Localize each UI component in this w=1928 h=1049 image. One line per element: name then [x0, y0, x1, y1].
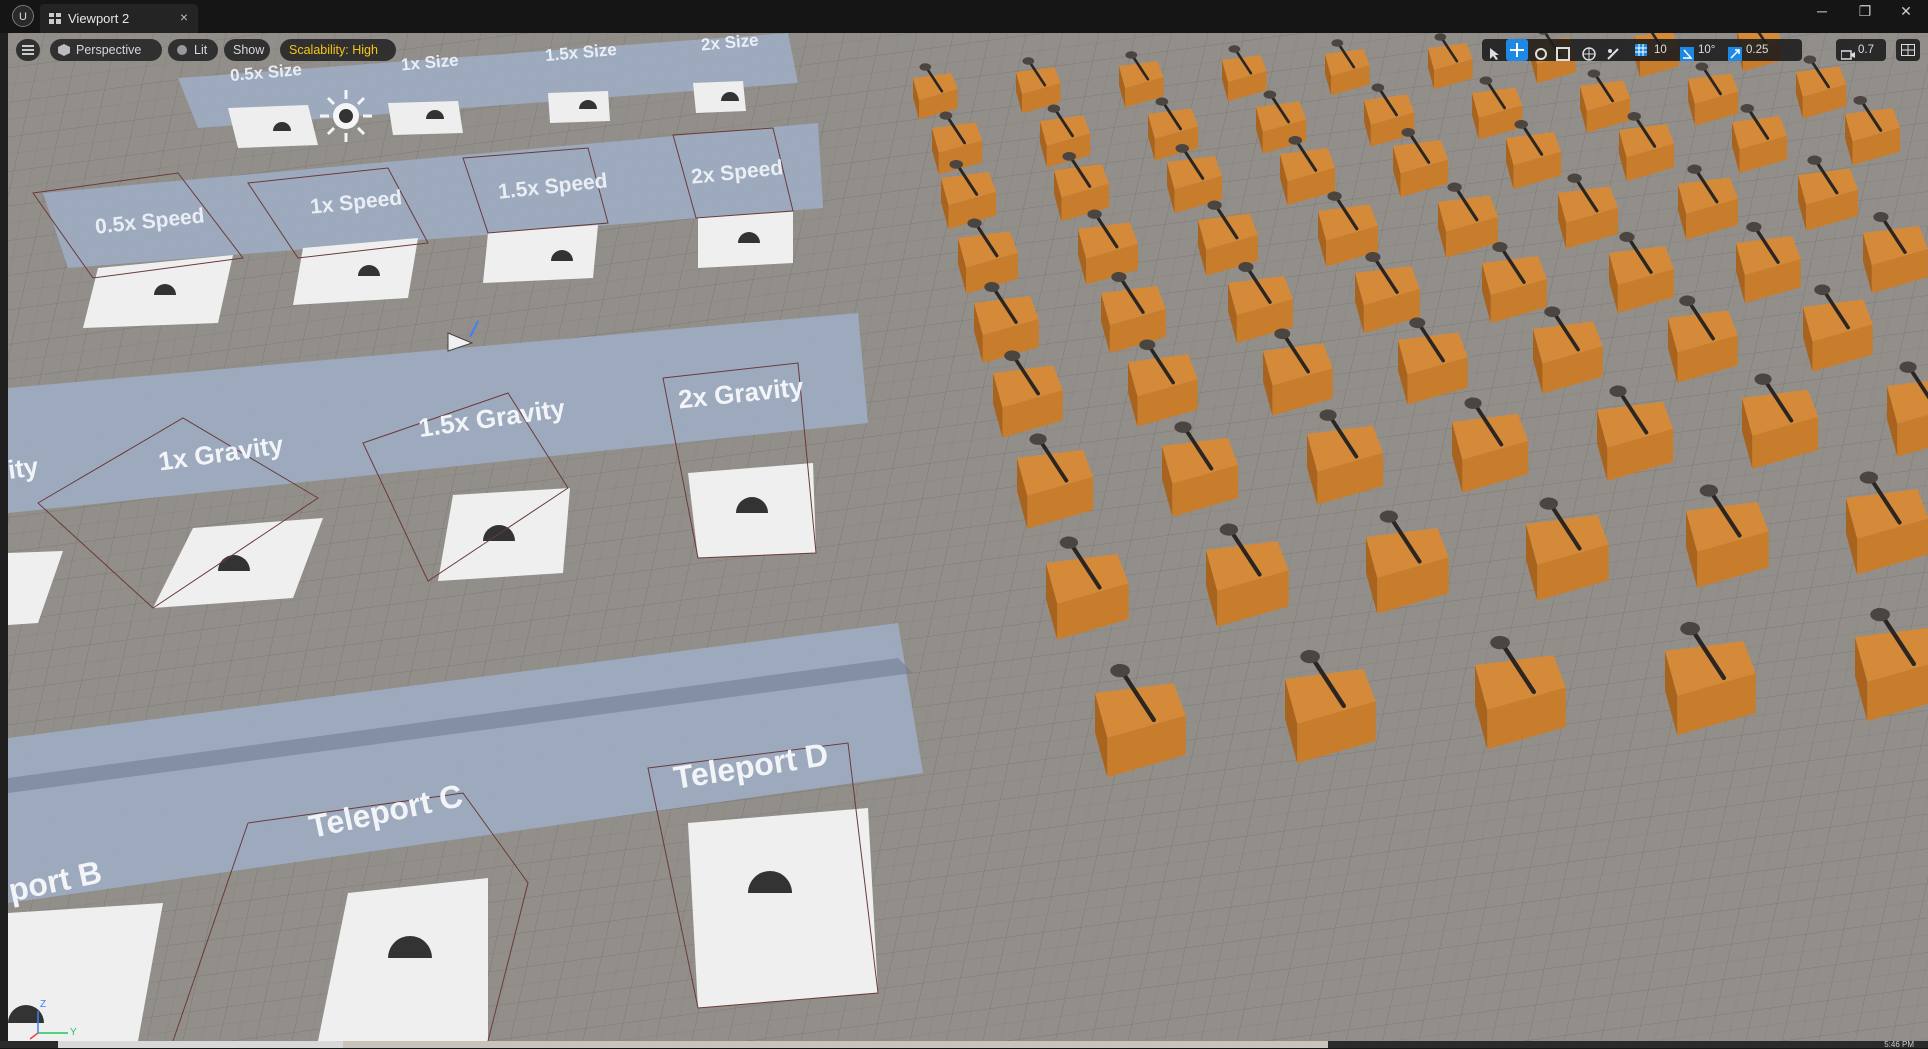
- left-edge: [0, 33, 8, 1048]
- viewport-menu-button[interactable]: [16, 39, 40, 61]
- bottom-bar-highlight: [58, 1041, 343, 1048]
- transform-toolbar: 10 10° 0.25: [1482, 39, 1802, 61]
- perspective-button[interactable]: Perspective: [50, 39, 162, 61]
- scene-render[interactable]: [8, 33, 1928, 1041]
- grid-snap-toggle[interactable]: [1632, 39, 1652, 61]
- cube-icon: [58, 44, 70, 56]
- scale-snap-icon[interactable]: [1728, 43, 1742, 65]
- surface-snap-icon[interactable]: [1606, 43, 1620, 65]
- minimize-button[interactable]: ─: [1800, 0, 1844, 22]
- scale-snap-value[interactable]: 0.25: [1746, 39, 1768, 61]
- show-button[interactable]: Show: [224, 39, 270, 61]
- show-label: Show: [233, 43, 265, 57]
- scalability-label: Scalability: High: [289, 43, 378, 57]
- viewport-layout-icon: [1901, 44, 1915, 56]
- scalability-button[interactable]: Scalability: High: [280, 39, 396, 61]
- layout-button[interactable]: [1896, 39, 1920, 61]
- axis-lines: [29, 1011, 68, 1040]
- scale-icon[interactable]: [1556, 43, 1570, 65]
- select-icon[interactable]: [1488, 43, 1502, 65]
- rotation-snap-icon[interactable]: [1680, 43, 1694, 65]
- perspective-label: Perspective: [76, 43, 142, 57]
- level-viewport[interactable]: 0.5x Size 1x Size 1.5x Size 2x Size 0.5x…: [8, 33, 1928, 1041]
- grid-snap-icon: [1635, 44, 1647, 56]
- hamburger-icon: [22, 45, 34, 55]
- camera-speed-button[interactable]: 0.7: [1836, 39, 1886, 61]
- translate-icon: [1510, 43, 1524, 57]
- camera-icon: [1841, 50, 1855, 60]
- unreal-logo-icon[interactable]: U: [12, 5, 34, 27]
- bottom-bar-track: [343, 1041, 1328, 1048]
- tab-viewport-2[interactable]: Viewport 2 ×: [40, 4, 198, 33]
- lit-icon: [177, 45, 187, 55]
- world-local-icon[interactable]: [1582, 43, 1596, 65]
- axis-z-label: Z: [40, 999, 47, 1010]
- grid-snap-value[interactable]: 10: [1654, 39, 1667, 61]
- translate-button[interactable]: [1506, 39, 1528, 61]
- axis-y-label: Y: [70, 1027, 77, 1038]
- viewport-tab-icon: [49, 13, 61, 24]
- label-gravity-partial: ity: [8, 451, 41, 485]
- close-button[interactable]: ✕: [1884, 0, 1928, 22]
- tab-label: Viewport 2: [68, 11, 130, 26]
- title-bar: U Viewport 2 × ─ ❐ ✕: [0, 0, 1928, 33]
- axis-gizmo: Z Y: [28, 999, 88, 1041]
- lit-button[interactable]: Lit: [168, 39, 218, 61]
- camera-speed-value: 0.7: [1858, 44, 1874, 56]
- tab-close-icon[interactable]: ×: [180, 9, 188, 25]
- bottom-bar: [0, 1041, 1928, 1048]
- restore-button[interactable]: ❐: [1843, 0, 1887, 22]
- rotate-icon[interactable]: [1534, 43, 1548, 65]
- teleport-labels: port B Teleport C Teleport D: [8, 33, 831, 908]
- lit-label: Lit: [194, 43, 208, 57]
- rotation-snap-value[interactable]: 10°: [1698, 39, 1715, 61]
